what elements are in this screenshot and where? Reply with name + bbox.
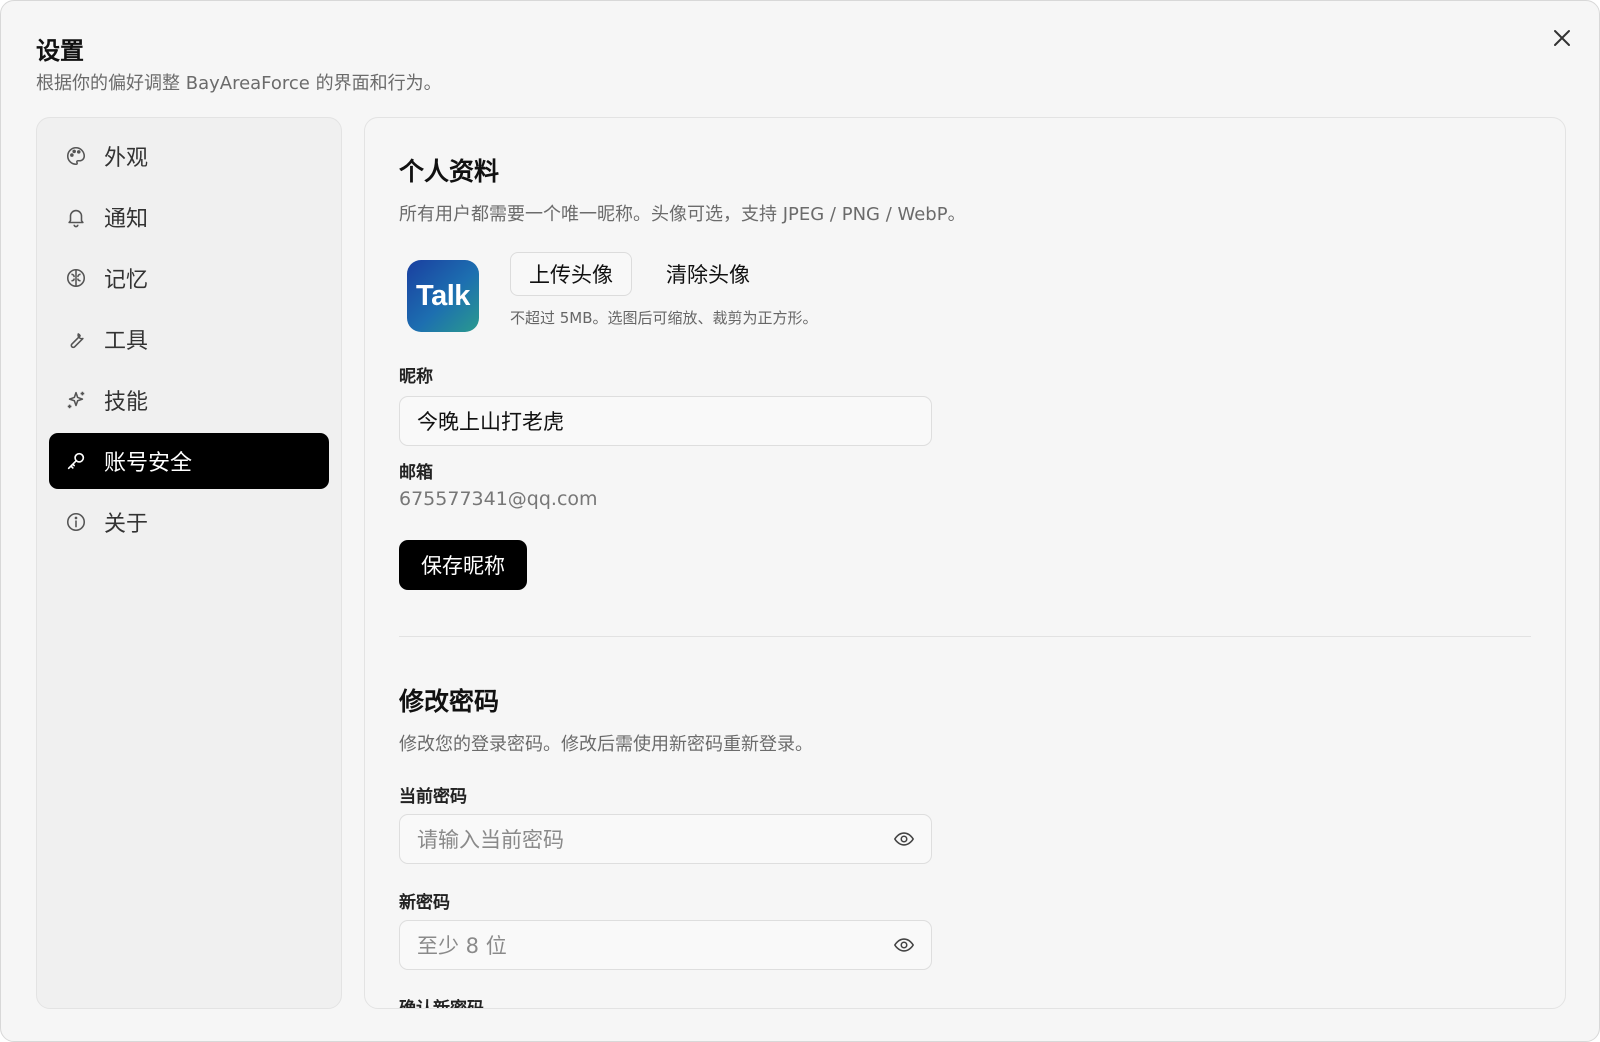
- nickname-label: 昵称: [399, 367, 433, 387]
- section-divider: [399, 636, 1531, 637]
- sidebar-item-notifications[interactable]: 通知: [49, 189, 329, 245]
- wrench-icon: [64, 327, 88, 351]
- current-password-placeholder: 请输入当前密码: [417, 828, 564, 852]
- eye-icon[interactable]: [891, 826, 917, 852]
- sidebar-item-label: 关于: [104, 512, 149, 537]
- info-icon: [64, 510, 88, 534]
- dialog-subtitle: 根据你的偏好调整 BayAreaForce 的界面和行为。: [36, 73, 442, 94]
- clear-avatar-button[interactable]: 清除头像: [662, 252, 754, 296]
- nickname-value: 今晚上山打老虎: [417, 410, 564, 434]
- avatar-hint: 不超过 5MB。选图后可缩放、裁剪为正方形。: [510, 309, 818, 327]
- palette-icon: [64, 144, 88, 168]
- new-password-placeholder: 至少 8 位: [417, 934, 507, 958]
- eye-icon[interactable]: [891, 932, 917, 958]
- current-password-input[interactable]: 请输入当前密码: [399, 814, 932, 864]
- email-value: 675577341@qq.com: [399, 488, 598, 510]
- sidebar-item-about[interactable]: 关于: [49, 494, 329, 550]
- sidebar-item-label: 外观: [104, 146, 149, 171]
- bell-icon: [64, 205, 88, 229]
- sidebar-item-label: 记忆: [104, 268, 149, 293]
- sidebar-item-account-security[interactable]: 账号安全: [49, 433, 329, 489]
- email-label: 邮箱: [399, 463, 433, 483]
- sidebar-item-label: 通知: [104, 207, 149, 232]
- settings-sidebar: 外观 通知 记忆 工具 技能 账号安全 关于: [36, 117, 342, 1009]
- avatar: Talk: [407, 260, 479, 332]
- sparkles-icon: [64, 388, 88, 412]
- dialog-title: 设置: [36, 37, 84, 65]
- nickname-input[interactable]: 今晚上山打老虎: [399, 396, 932, 446]
- password-section-description: 修改您的登录密码。修改后需使用新密码重新登录。: [399, 734, 813, 755]
- close-icon: [1554, 30, 1570, 46]
- close-button[interactable]: [1547, 23, 1577, 53]
- sidebar-item-appearance[interactable]: 外观: [49, 128, 329, 184]
- sidebar-item-tools[interactable]: 工具: [49, 311, 329, 367]
- sidebar-item-label: 工具: [104, 329, 149, 354]
- key-icon: [64, 449, 88, 473]
- settings-content: 个人资料 所有用户都需要一个唯一昵称。头像可选，支持 JPEG / PNG / …: [364, 117, 1566, 1009]
- sidebar-item-memory[interactable]: 记忆: [49, 250, 329, 306]
- save-nickname-button[interactable]: 保存昵称: [399, 540, 527, 590]
- password-section-title: 修改密码: [399, 687, 500, 716]
- profile-section-title: 个人资料: [399, 157, 500, 186]
- confirm-password-label: 确认新密码: [399, 999, 484, 1009]
- settings-dialog: 设置 根据你的偏好调整 BayAreaForce 的界面和行为。 外观 通知 记…: [0, 0, 1600, 1042]
- new-password-input[interactable]: 至少 8 位: [399, 920, 932, 970]
- upload-avatar-button[interactable]: 上传头像: [510, 252, 632, 296]
- sidebar-item-label: 账号安全: [104, 451, 193, 476]
- sidebar-item-label: 技能: [104, 390, 149, 415]
- profile-section-description: 所有用户都需要一个唯一昵称。头像可选，支持 JPEG / PNG / WebP。: [399, 204, 966, 225]
- avatar-text: Talk: [416, 279, 470, 312]
- sidebar-item-skills[interactable]: 技能: [49, 372, 329, 428]
- new-password-label: 新密码: [399, 893, 450, 913]
- brain-icon: [64, 266, 88, 290]
- current-password-label: 当前密码: [399, 787, 467, 807]
